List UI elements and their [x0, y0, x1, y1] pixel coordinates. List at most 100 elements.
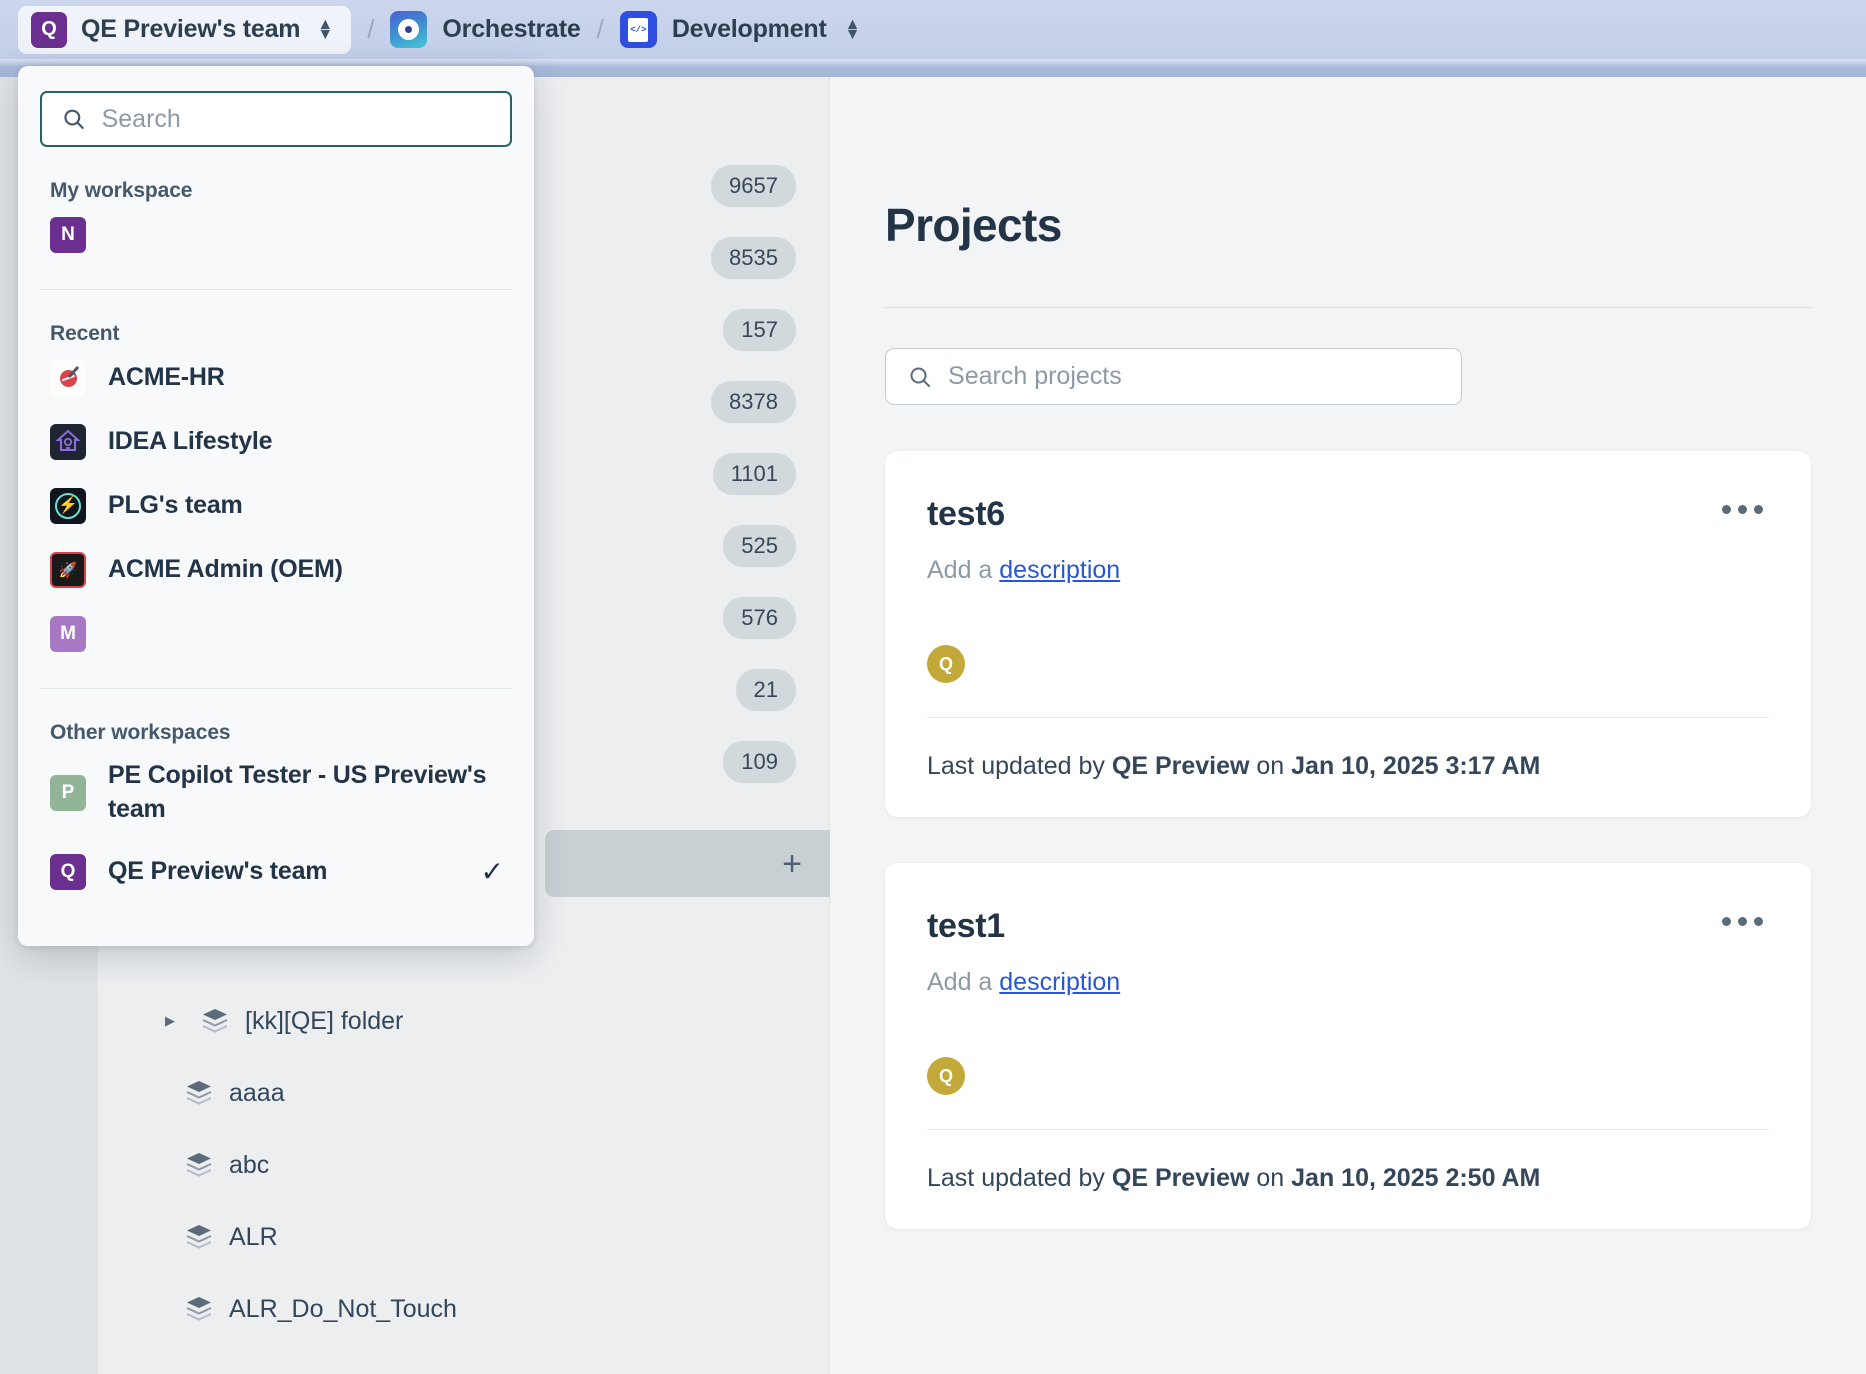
- stack-icon: [201, 1008, 229, 1034]
- chevron-updown-icon[interactable]: ▲▼: [317, 20, 333, 40]
- workspace-avatar-icon: M: [50, 616, 86, 652]
- check-icon: ✓: [481, 858, 504, 886]
- badge-row: 109: [676, 726, 796, 798]
- page-title: Projects: [885, 198, 1866, 252]
- tree-item-label: ALR_Do_Not_Touch: [229, 1295, 457, 1324]
- badge-row: 9657: [676, 150, 796, 222]
- status-badge: 109: [723, 741, 796, 783]
- workspace-item-acme-hr[interactable]: ACME-HR: [18, 346, 534, 410]
- project-description: Add a description: [927, 968, 1769, 997]
- stack-icon: [185, 1080, 213, 1106]
- workspace-dropdown-panel: My workspace N Recent ACME-HR IDEA Lifes…: [18, 66, 534, 946]
- footer-prefix: Last updated by: [927, 1164, 1112, 1192]
- project-card[interactable]: test1 Add a description Q Last updated b…: [885, 863, 1811, 1229]
- footer-mid: on: [1249, 752, 1291, 780]
- workspace-item-label: ACME Admin (OEM): [108, 553, 343, 587]
- status-badge: 21: [736, 669, 796, 711]
- workspace-label: QE Preview's team: [81, 15, 300, 44]
- status-badge: 8535: [711, 237, 796, 279]
- plus-icon[interactable]: +: [782, 847, 802, 881]
- breadcrumb-separator: /: [597, 14, 604, 45]
- breadcrumb-development[interactable]: Development ▲▼: [620, 11, 861, 48]
- project-last-updated: Last updated by QE Preview on Jan 10, 20…: [927, 752, 1769, 781]
- search-icon: [908, 364, 932, 390]
- workspace-item-label: QE Preview's team: [108, 855, 327, 889]
- badge-row: 525: [676, 510, 796, 582]
- project-title: test1: [927, 907, 1005, 946]
- breadcrumb-orchestrate[interactable]: Orchestrate: [390, 11, 580, 48]
- workspace-item-plg-team[interactable]: ⚡ PLG's team: [18, 474, 534, 538]
- topbar: Q QE Preview's team ▲▼ / Orchestrate / D…: [0, 0, 1866, 59]
- workspace-item-label: PLG's team: [108, 489, 243, 523]
- workspace-item-idea-lifestyle[interactable]: IDEA Lifestyle: [18, 410, 534, 474]
- footer-mid: on: [1249, 1164, 1291, 1192]
- workspace-avatar-icon: Q: [50, 854, 86, 890]
- tree-item-label: abc: [229, 1151, 269, 1180]
- plg-emblem-icon: ⚡: [50, 488, 86, 524]
- search-projects-input[interactable]: [948, 362, 1439, 391]
- idea-lifestyle-emblem-icon: [50, 424, 86, 460]
- sidebar-tree: ▶ [kk][QE] folder aaaa abc: [155, 985, 755, 1345]
- status-badge: 576: [723, 597, 796, 639]
- workspace-item-acme-admin-oem[interactable]: 🚀 ACME Admin (OEM): [18, 538, 534, 602]
- project-card-header: test6: [927, 495, 1769, 534]
- development-logo-icon: [620, 11, 657, 48]
- section-title-recent: Recent: [18, 290, 534, 346]
- tree-item-kk-qe-folder[interactable]: ▶ [kk][QE] folder: [155, 985, 755, 1057]
- status-badge: 525: [723, 525, 796, 567]
- section-title-my-workspace: My workspace: [18, 147, 534, 203]
- tree-item-alr[interactable]: ALR: [155, 1201, 755, 1273]
- workspace-switcher-chip[interactable]: Q QE Preview's team ▲▼: [18, 6, 351, 54]
- badge-row: 21: [676, 654, 796, 726]
- breadcrumb-orchestrate-label: Orchestrate: [442, 15, 580, 44]
- tree-item-aaaa[interactable]: aaaa: [155, 1057, 755, 1129]
- workspace-item-pe-copilot-tester[interactable]: P PE Copilot Tester - US Preview's team: [18, 745, 534, 840]
- badge-row: 1101: [676, 438, 796, 510]
- badge-row: 8535: [676, 222, 796, 294]
- chevron-right-icon[interactable]: ▶: [155, 1013, 185, 1029]
- orchestrate-logo-icon: [390, 11, 427, 48]
- footer-prefix: Last updated by: [927, 752, 1112, 780]
- footer-date: Jan 10, 2025 2:50 AM: [1291, 1164, 1540, 1192]
- workspace-item-n[interactable]: N: [18, 203, 534, 267]
- badge-row: 157: [676, 294, 796, 366]
- search-projects-field[interactable]: [885, 348, 1462, 405]
- avatar[interactable]: Q: [927, 645, 965, 683]
- workspace-item-label: IDEA Lifestyle: [108, 425, 272, 459]
- status-badge: 8378: [711, 381, 796, 423]
- add-description-link[interactable]: description: [999, 968, 1120, 996]
- workspace-avatar-icon: N: [50, 217, 86, 253]
- description-prefix: Add a: [927, 968, 999, 996]
- badge-row: 576: [676, 582, 796, 654]
- workspace-search-input[interactable]: [102, 105, 490, 134]
- app-root: 9657 8535 157 8378 1101 525 576 21 109 +…: [0, 0, 1866, 1374]
- kebab-menu-icon[interactable]: [1716, 495, 1769, 524]
- breadcrumb-separator: /: [367, 14, 374, 45]
- avatar[interactable]: Q: [927, 1057, 965, 1095]
- project-card[interactable]: test6 Add a description Q Last updated b…: [885, 451, 1811, 817]
- card-divider: [927, 717, 1769, 718]
- tree-item-label: aaaa: [229, 1079, 285, 1108]
- project-last-updated: Last updated by QE Preview on Jan 10, 20…: [927, 1164, 1769, 1193]
- add-description-link[interactable]: description: [999, 556, 1120, 584]
- tree-item-alr-do-not-touch[interactable]: ALR_Do_Not_Touch: [155, 1273, 755, 1345]
- workspace-logo-icon: Q: [31, 12, 67, 48]
- workspace-item-label: PE Copilot Tester - US Preview's team: [108, 759, 504, 826]
- kebab-menu-icon[interactable]: [1716, 907, 1769, 936]
- workspace-item-m[interactable]: M: [18, 602, 534, 666]
- chevron-updown-icon[interactable]: ▲▼: [845, 20, 861, 40]
- title-divider: [885, 307, 1811, 308]
- footer-user: QE Preview: [1112, 1164, 1250, 1192]
- workspace-search-field[interactable]: [40, 91, 512, 147]
- sidebar-add-row[interactable]: +: [545, 830, 830, 897]
- tree-item-label: ALR: [229, 1223, 278, 1252]
- description-prefix: Add a: [927, 556, 999, 584]
- search-icon: [62, 106, 86, 132]
- badge-row: 8378: [676, 366, 796, 438]
- workspace-item-qe-previews-team[interactable]: Q QE Preview's team ✓: [18, 840, 534, 904]
- section-title-other-workspaces: Other workspaces: [18, 689, 534, 745]
- acme-admin-emblem-icon: 🚀: [50, 552, 86, 588]
- workspace-item-label: ACME-HR: [108, 361, 225, 395]
- footer-date: Jan 10, 2025 3:17 AM: [1291, 752, 1540, 780]
- tree-item-abc[interactable]: abc: [155, 1129, 755, 1201]
